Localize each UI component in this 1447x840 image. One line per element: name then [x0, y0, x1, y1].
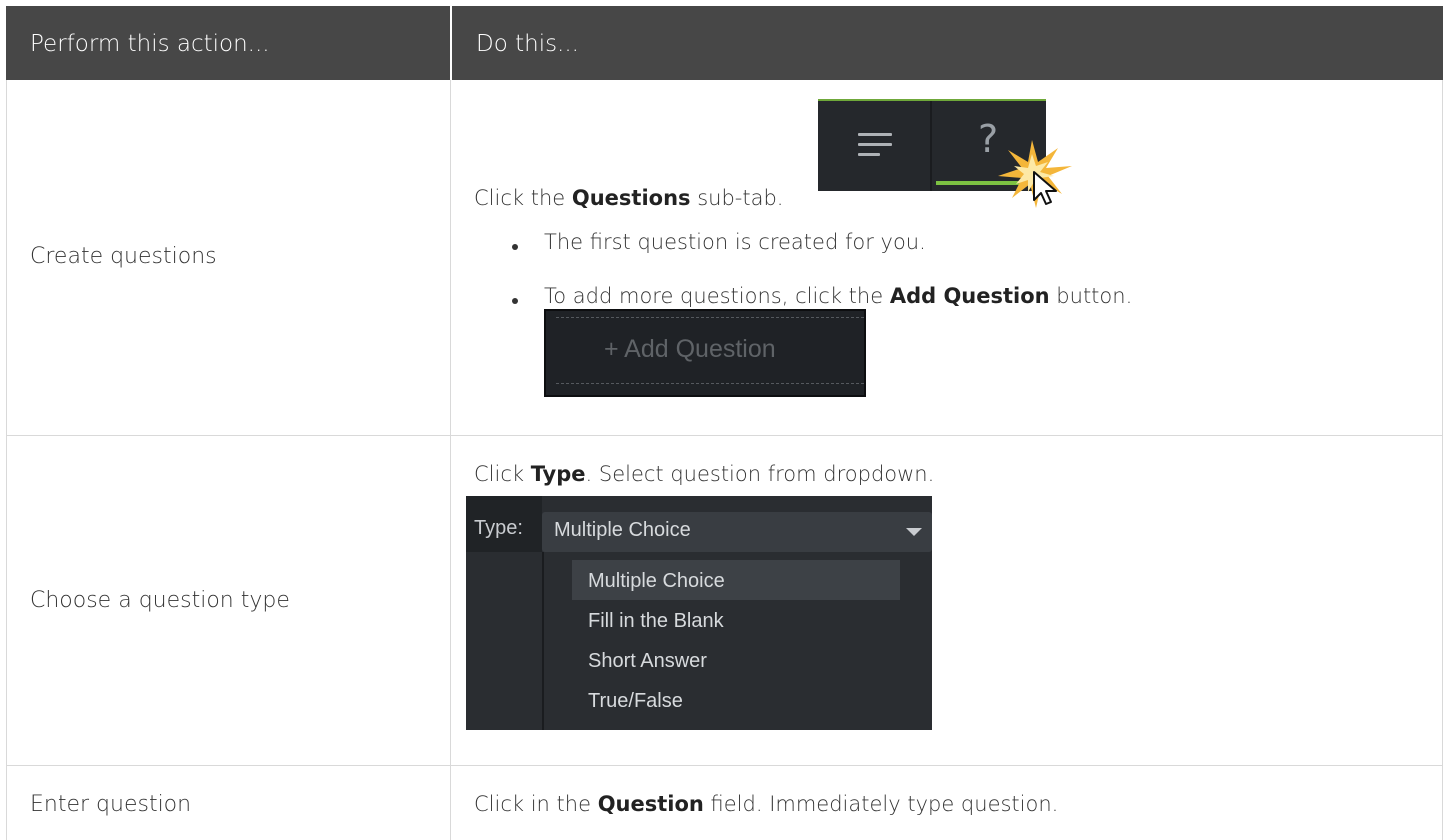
add-question-keyword: Add Question [889, 284, 1050, 308]
table-border-left [6, 80, 7, 840]
add-question-button-image: + Add Question [544, 309, 866, 397]
bullet-add-more-questions: To add more questions, click the Add Que… [544, 284, 1133, 308]
type-select: Multiple Choice [542, 512, 932, 552]
hamburger-icon [858, 131, 892, 159]
option-fill-in-the-blank: Fill in the Blank [588, 610, 724, 632]
header-instruction-column: Do this... [476, 31, 579, 57]
option-true-false: True/False [588, 690, 683, 712]
click-burst-icon [998, 140, 1072, 208]
bullet-dot [512, 244, 518, 250]
row-action-choose-type: Choose a question type [30, 588, 290, 613]
type-keyword: Type [530, 462, 586, 486]
type-label: Type: [474, 517, 523, 539]
row-action-enter-question: Enter question [30, 792, 192, 817]
header-action-column: Perform this action... [30, 31, 270, 57]
bullet-first-question: The first question is created for you. [544, 230, 926, 254]
questions-keyword: Questions [571, 186, 691, 210]
table-header: Perform this action... Do this... [6, 6, 1443, 80]
type-selected-value: Multiple Choice [554, 519, 691, 541]
chevron-down-icon [906, 528, 922, 536]
type-options-menu: Multiple Choice Fill in the Blank Short … [542, 552, 932, 730]
row-divider [6, 765, 1443, 766]
instruction-click-type: Click Type. Select question from dropdow… [474, 462, 935, 486]
option-short-answer: Short Answer [588, 650, 707, 672]
row-divider [6, 435, 1443, 436]
instruction-click-questions: Click the Questions sub-tab. [474, 186, 784, 210]
type-dropdown-image: Type: Multiple Choice Multiple Choice Fi… [466, 496, 932, 730]
add-question-label: + Add Question [604, 335, 776, 363]
instruction-click-question-field: Click in the Question field. Immediately… [474, 792, 1059, 816]
option-multiple-choice: Multiple Choice [588, 570, 725, 592]
header-divider [450, 6, 452, 80]
row-action-create-questions: Create questions [30, 244, 217, 269]
instruction-table: Perform this action... Do this... Create… [6, 6, 1443, 840]
table-border-right [1442, 80, 1443, 840]
bullet-dot [512, 298, 518, 304]
question-keyword: Question [597, 792, 704, 816]
column-divider [450, 80, 451, 840]
